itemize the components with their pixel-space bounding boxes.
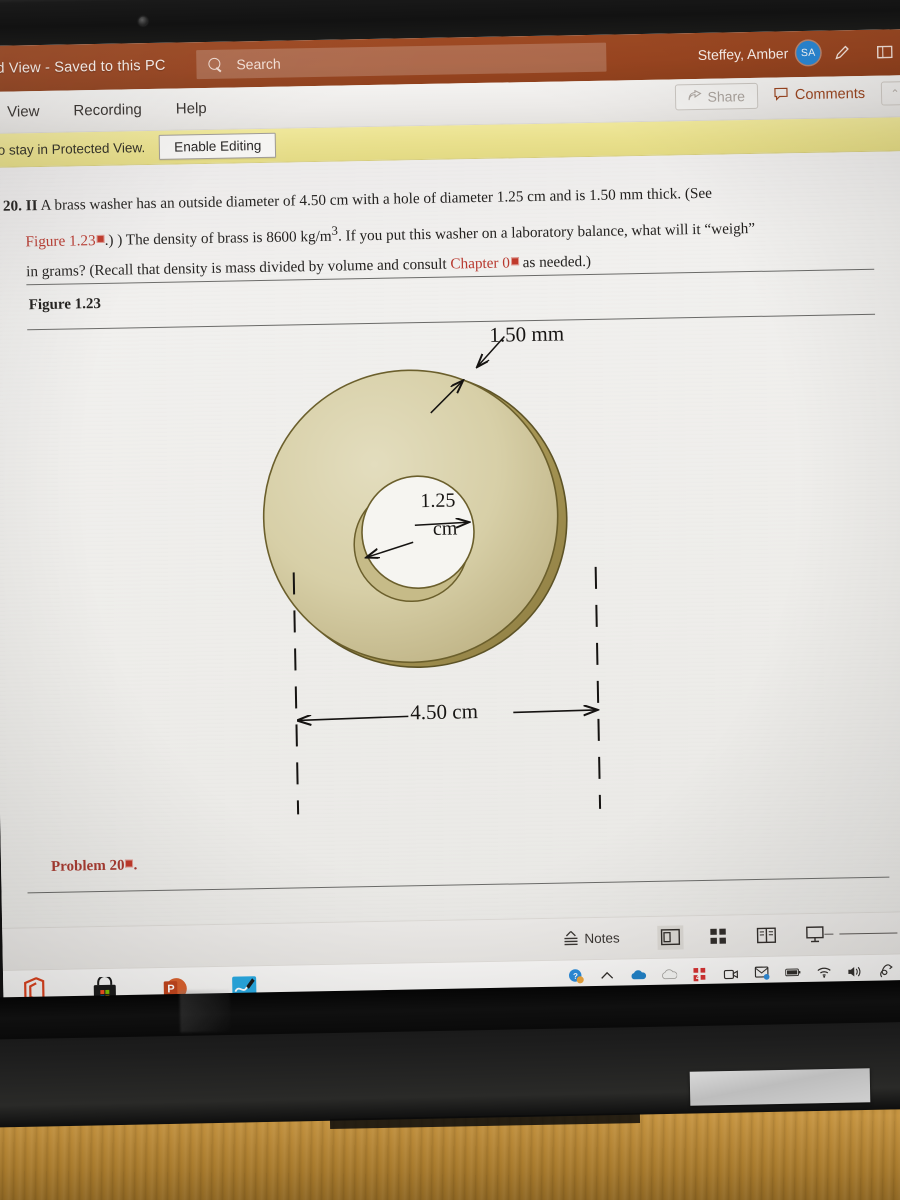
tab-recording[interactable]: Recording	[73, 101, 142, 119]
pen-tray-icon[interactable]	[878, 963, 894, 979]
problem-line-2: ) The density of brass is 8600 kg/m	[117, 227, 332, 249]
problem-line-3: . If you put this washer on a laboratory…	[337, 220, 756, 245]
laptop-sticker	[689, 1068, 871, 1106]
comments-label: Comments	[794, 85, 866, 104]
search-input[interactable]: Search	[196, 42, 607, 80]
problem-caption-text: Problem 20	[50, 857, 125, 875]
problem-line-4: in grams? (Recall that density is mass d…	[25, 255, 447, 281]
thickness-dimension-label: 1.50 mm	[489, 321, 565, 347]
window-title: d View - Saved to this PC	[0, 57, 166, 77]
outlook-icon[interactable]	[754, 965, 770, 981]
photo-of-laptop-screen: d View - Saved to this PC Search Steffey…	[0, 0, 900, 1200]
problem-line-1: A brass washer has an outside diameter o…	[40, 184, 713, 215]
hole-dimension-label-bottom: cm	[432, 517, 458, 540]
slide-sorter-view-button[interactable]	[705, 924, 731, 948]
outer-dimension-label: 4.50 cm	[410, 699, 479, 725]
slide-canvas[interactable]: 20. II A brass washer has an outside dia…	[0, 150, 900, 928]
figure-link-badge-icon[interactable]	[96, 234, 105, 244]
adobe-icon[interactable]: 4	[692, 966, 708, 982]
svg-text:4: 4	[696, 972, 701, 981]
account-name: Steffey, Amber	[697, 45, 789, 63]
problem-number: 20.	[2, 197, 23, 215]
hole-dimension-label-top: 1.25	[420, 489, 456, 513]
onedrive-white-icon[interactable]	[661, 966, 678, 982]
share-icon	[687, 89, 702, 105]
normal-view-button[interactable]	[657, 924, 684, 950]
tab-view[interactable]: View	[7, 103, 40, 121]
notes-label: Notes	[584, 930, 620, 947]
problem-paren: .)	[104, 231, 114, 249]
bezel-reflection	[179, 989, 231, 1033]
avatar[interactable]: SA	[796, 40, 821, 66]
battery-icon[interactable]	[785, 964, 801, 980]
view-buttons	[657, 922, 827, 950]
zoom-out-button[interactable]	[824, 933, 834, 936]
restore-window-icon[interactable]	[872, 39, 896, 63]
problem-caption: Problem 20.	[51, 857, 138, 876]
onedrive-blue-icon[interactable]	[630, 967, 647, 983]
share-label: Share	[707, 88, 746, 105]
zoom-track[interactable]	[839, 932, 898, 935]
figure-label: Figure 1.23	[28, 295, 102, 314]
account-area[interactable]: Steffey, Amber SA	[697, 40, 821, 67]
washer-figure: 1.50 mm 1.25 cm 4.50 cm	[251, 315, 680, 843]
figure-rule-bottom	[27, 876, 890, 894]
webcam-icon	[138, 16, 148, 26]
problem-caption-period: .	[133, 857, 138, 874]
volume-icon[interactable]	[847, 963, 863, 979]
zoom-slider[interactable]	[824, 926, 900, 942]
collapse-ribbon-button[interactable]: ⌃	[880, 81, 900, 106]
chevron-up-icon[interactable]	[599, 968, 615, 984]
notes-icon	[562, 930, 579, 948]
ribbon-right-controls: Share Comments ⌃	[674, 80, 900, 111]
search-placeholder: Search	[236, 55, 281, 72]
comments-button[interactable]: Comments	[768, 81, 872, 108]
laptop-screen: d View - Saved to this PC Search Steffey…	[0, 28, 900, 1031]
enable-editing-button[interactable]: Enable Editing	[159, 132, 277, 160]
chapter-link-badge-icon[interactable]	[510, 257, 519, 266]
help-notification-icon[interactable]: ?	[568, 968, 584, 984]
protected-view-message: to stay in Protected View.	[0, 140, 146, 158]
problem-line-5: as needed.)	[522, 253, 592, 272]
figure-link[interactable]: Figure 1.23	[25, 232, 95, 250]
camera-icon[interactable]	[723, 965, 739, 981]
wifi-icon[interactable]	[816, 964, 832, 980]
pen-icon[interactable]	[830, 40, 854, 64]
problem-difficulty: II	[25, 197, 38, 215]
comment-bubble-icon	[774, 87, 788, 104]
tab-help[interactable]: Help	[176, 100, 207, 118]
search-icon	[208, 57, 222, 71]
reading-view-button[interactable]	[753, 923, 779, 947]
chapter-link[interactable]: Chapter 0	[450, 255, 510, 273]
share-button[interactable]: Share	[674, 82, 759, 111]
notes-button[interactable]: Notes	[562, 929, 620, 948]
